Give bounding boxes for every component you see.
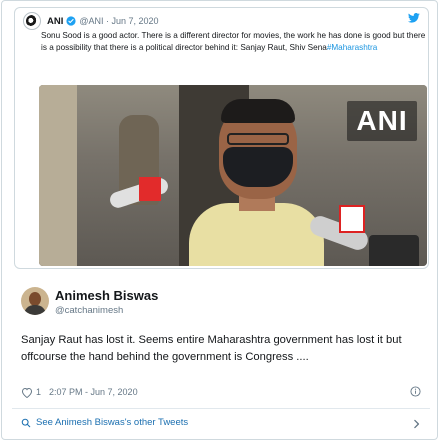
verified-icon [66,16,76,26]
hashtag-link[interactable]: #Maharashtra [327,43,378,52]
quoted-tweet-header: ANI @ANI · Jun 7, 2020 [23,12,159,30]
info-icon[interactable] [410,386,421,397]
like-count[interactable]: 1 [36,387,41,397]
author-name[interactable]: Animesh Biswas [55,288,158,303]
chevron-right-icon[interactable] [413,419,421,429]
search-icon [21,418,31,427]
tweet-footer: 1 2:07 PM - Jun 7, 2020 [21,385,138,399]
twitter-bird-icon[interactable] [408,13,420,23]
divider [12,408,430,409]
heart-icon[interactable] [21,387,33,398]
quoted-avatar[interactable] [23,12,41,30]
quoted-tweet-photo[interactable]: ANI [39,85,427,266]
see-other-tweets-link[interactable]: See Animesh Biswas's other Tweets [21,417,188,428]
ani-watermark-logo: ANI [347,101,417,141]
avatar[interactable] [21,287,49,315]
see-other-tweets-label[interactable]: See Animesh Biswas's other Tweets [36,417,188,428]
embedded-tweet-card: ANI @ANI · Jun 7, 2020 Sonu Sood is a go… [1,0,438,440]
quoted-tweet[interactable]: ANI @ANI · Jun 7, 2020 Sonu Sood is a go… [14,7,429,269]
quoted-tweet-text: Sonu Sood is a good actor. There is a di… [41,31,426,52]
tweet-text: Sanjay Raut has lost it. Seems entire Ma… [21,334,402,363]
tweet-timestamp[interactable]: 2:07 PM - Jun 7, 2020 [49,387,138,397]
quoted-author-name[interactable]: ANI [47,16,63,27]
quoted-handle-date[interactable]: @ANI · Jun 7, 2020 [79,16,158,26]
author-handle[interactable]: @catchanimesh [55,305,123,316]
